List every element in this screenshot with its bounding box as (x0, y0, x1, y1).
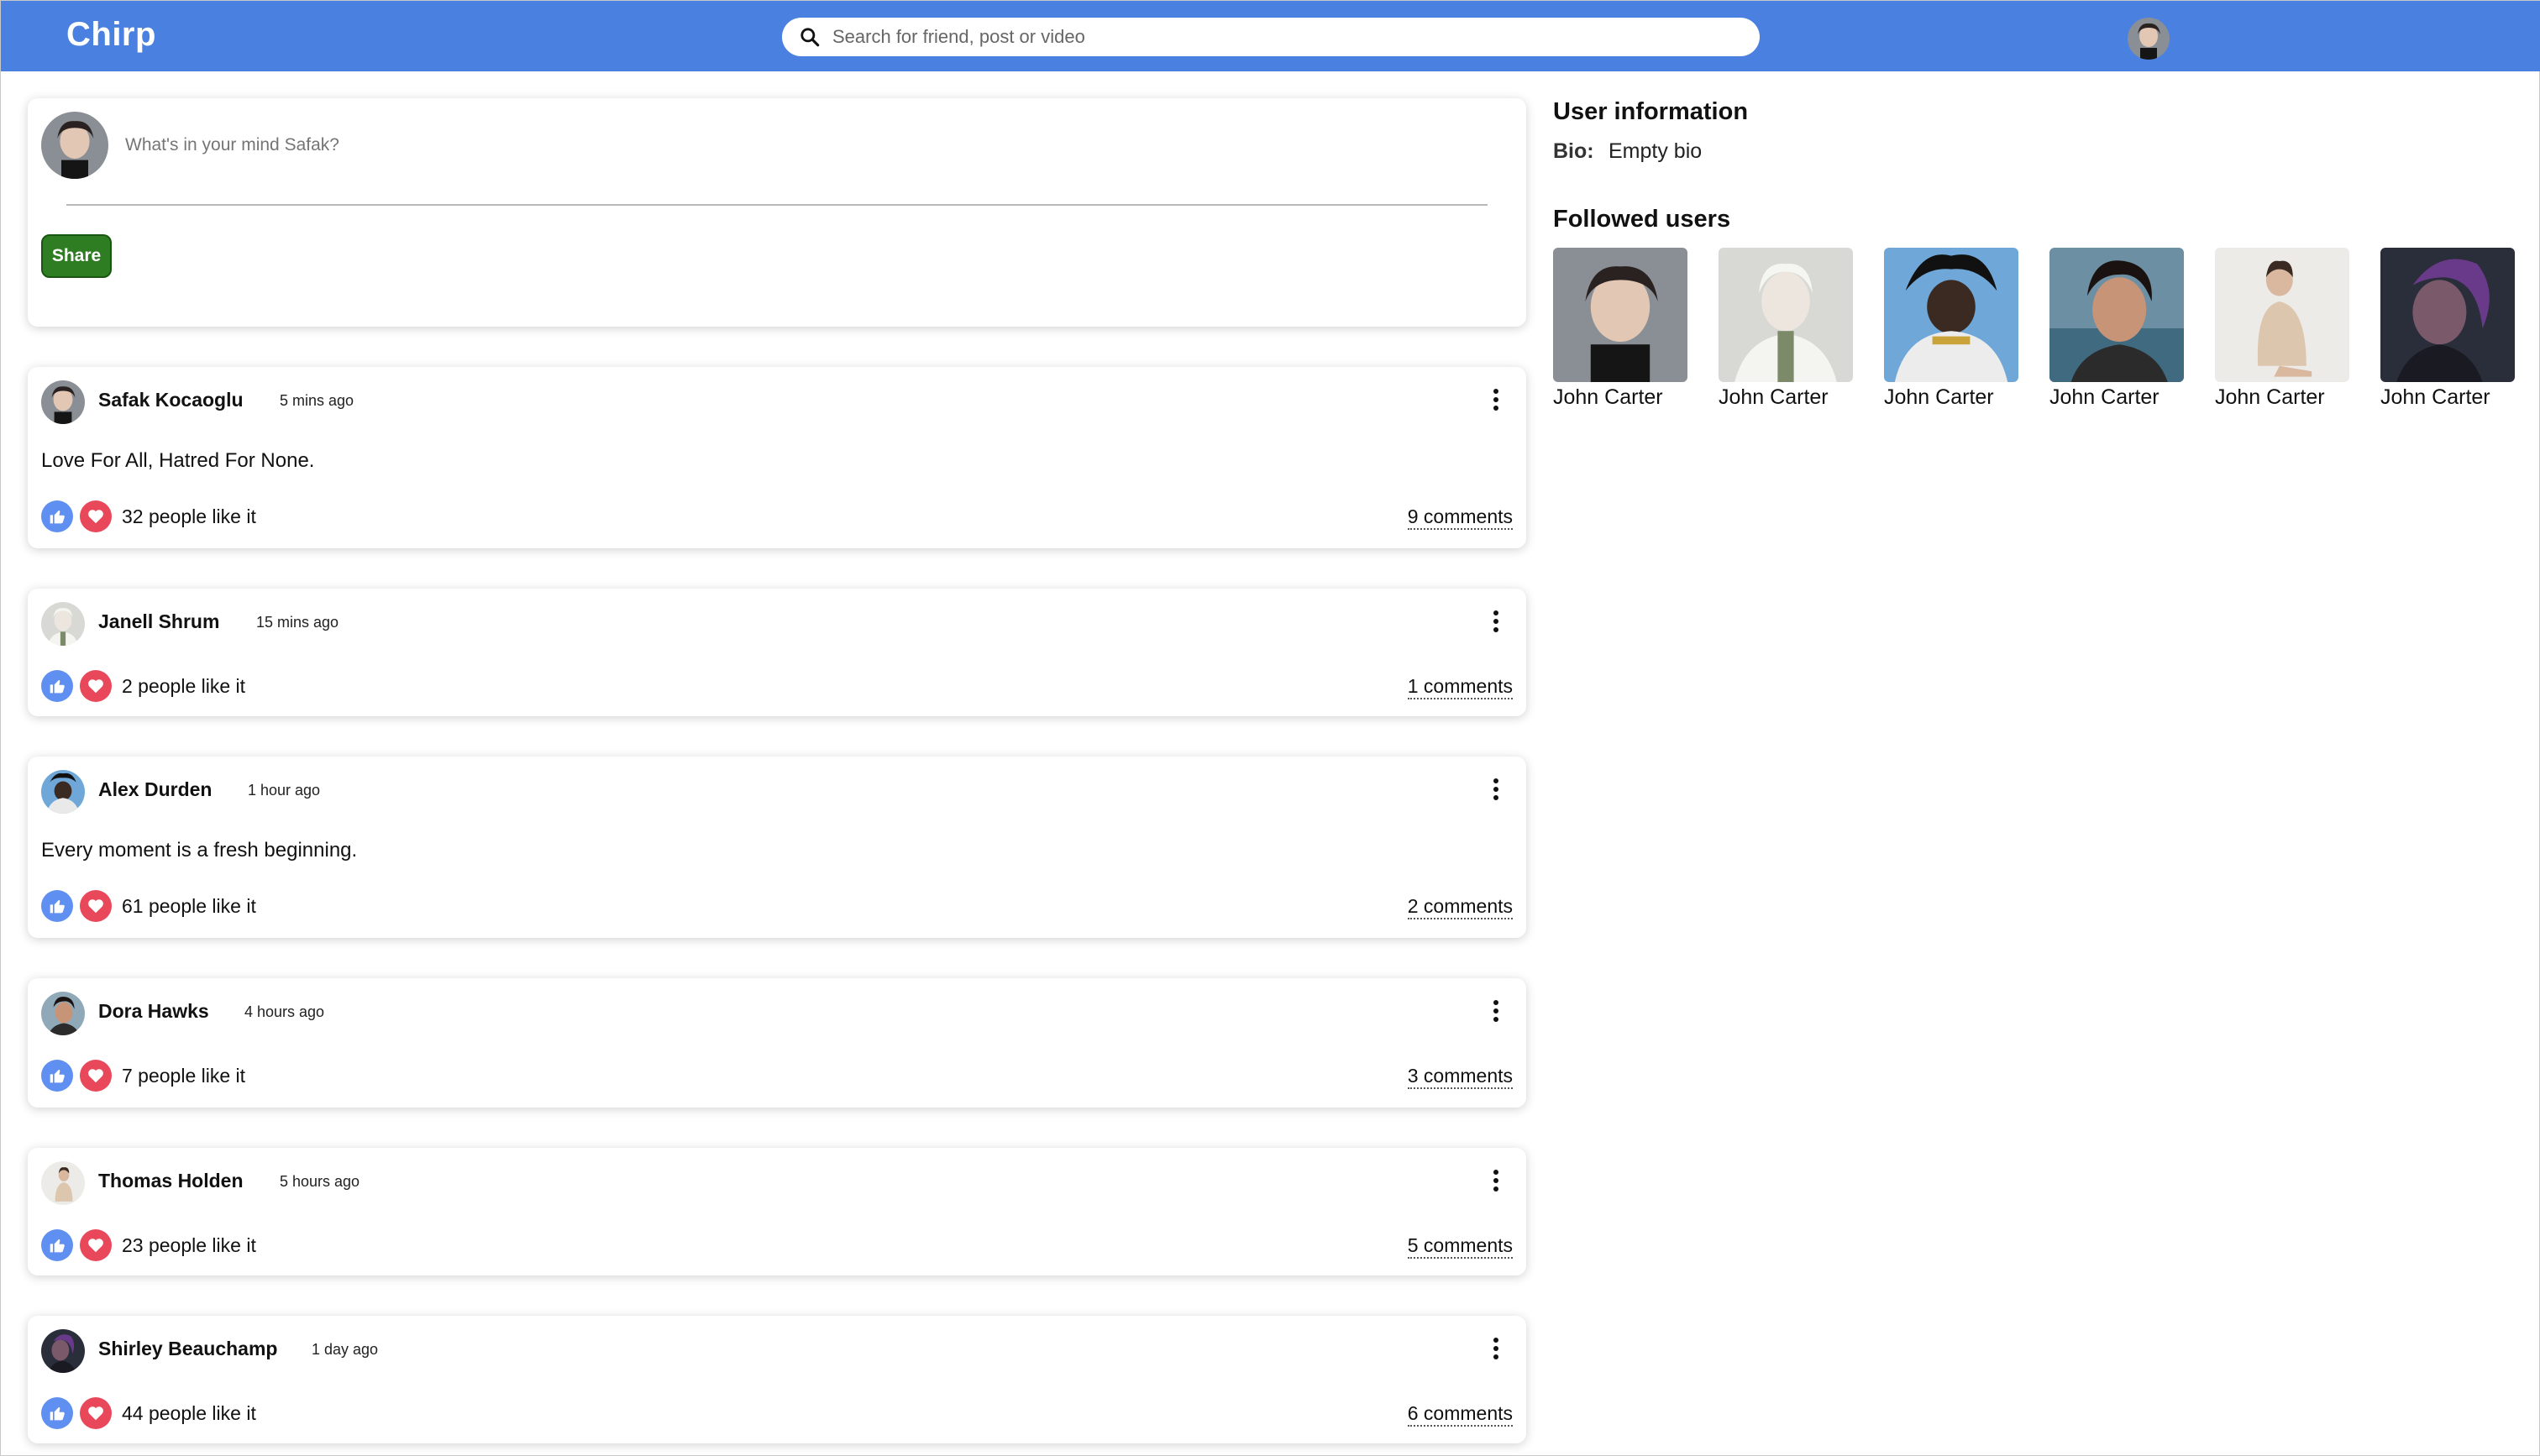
post-card: Dora Hawks 4 hours ago 7 people like it … (28, 978, 1526, 1108)
followed-user[interactable]: John Carter (1719, 248, 1853, 410)
more-vertical-icon[interactable] (1488, 1334, 1504, 1364)
followed-user-photo[interactable] (1553, 248, 1687, 382)
post-time: 1 hour ago (248, 782, 321, 799)
post-time: 15 mins ago (256, 614, 339, 631)
thumbs-up-icon[interactable] (41, 1060, 73, 1092)
followed-user[interactable]: John Carter (1884, 248, 2018, 410)
heart-icon[interactable] (80, 1229, 112, 1261)
comments-link[interactable]: 1 comments (1407, 674, 1513, 699)
profile-avatar[interactable] (2128, 18, 2170, 60)
followed-users-title: Followed users (1553, 206, 1731, 233)
search-icon (800, 28, 820, 47)
search-bar[interactable] (782, 18, 1760, 56)
search-input[interactable] (831, 25, 1724, 49)
followed-user-photo[interactable] (2215, 248, 2349, 382)
author-avatar[interactable] (41, 1161, 85, 1205)
more-vertical-icon[interactable] (1488, 775, 1504, 805)
post-time: 4 hours ago (244, 1003, 325, 1020)
author-avatar[interactable] (41, 380, 85, 424)
post-time: 5 mins ago (280, 392, 354, 409)
more-vertical-icon[interactable] (1488, 1166, 1504, 1197)
comments-link[interactable]: 3 comments (1407, 1064, 1513, 1089)
followed-user-name[interactable]: John Carter (2380, 385, 2515, 410)
heart-icon[interactable] (80, 1397, 112, 1429)
like-count: 7 people like it (122, 1064, 246, 1087)
reactions: 23 people like it (41, 1228, 256, 1262)
reactions: 44 people like it (41, 1396, 256, 1430)
heart-icon[interactable] (80, 890, 112, 922)
followed-user[interactable]: John Carter (1553, 248, 1687, 410)
like-count: 44 people like it (122, 1401, 256, 1424)
post-card: Shirley Beauchamp 1 day ago 44 people li… (28, 1316, 1526, 1443)
like-count: 23 people like it (122, 1233, 256, 1256)
heart-icon[interactable] (80, 500, 112, 532)
post-card: Thomas Holden 5 hours ago 23 people like… (28, 1148, 1526, 1275)
followed-user-photo[interactable] (2049, 248, 2184, 382)
thumbs-up-icon[interactable] (41, 1397, 73, 1429)
app-logo[interactable]: Chirp (66, 16, 156, 54)
heart-icon[interactable] (80, 1060, 112, 1092)
thumbs-up-icon[interactable] (41, 670, 73, 702)
reactions: 32 people like it (41, 500, 256, 533)
author-avatar[interactable] (41, 992, 85, 1035)
composer-divider (66, 204, 1488, 206)
bio-label: Bio: (1553, 139, 1594, 163)
more-vertical-icon[interactable] (1488, 385, 1504, 416)
post-time: 5 hours ago (280, 1173, 360, 1190)
followed-user-name[interactable]: John Carter (2049, 385, 2184, 410)
like-count: 61 people like it (122, 894, 256, 917)
followed-user[interactable]: John Carter (2380, 248, 2515, 410)
author-name[interactable]: Safak Kocaoglu (98, 389, 244, 411)
comments-link[interactable]: 5 comments (1407, 1233, 1513, 1259)
author-name[interactable]: Shirley Beauchamp (98, 1338, 277, 1360)
reactions: 61 people like it (41, 889, 256, 923)
followed-user-name[interactable]: John Carter (2215, 385, 2349, 410)
followed-user-photo[interactable] (1719, 248, 1853, 382)
top-bar: Chirp (1, 1, 2540, 71)
share-button[interactable]: Share (41, 234, 112, 278)
author-name[interactable]: Dora Hawks (98, 1000, 209, 1023)
author-avatar[interactable] (41, 602, 85, 646)
followed-user-photo[interactable] (2380, 248, 2515, 382)
user-info-title: User information (1553, 98, 1749, 125)
author-avatar[interactable] (41, 1329, 85, 1373)
post-card: Safak Kocaoglu 5 mins ago Love For All, … (28, 367, 1526, 548)
post-text: Every moment is a fresh beginning. (41, 839, 358, 862)
post-card: Alex Durden 1 hour ago Every moment is a… (28, 757, 1526, 938)
followed-user-name[interactable]: John Carter (1884, 385, 2018, 410)
post-text: Love For All, Hatred For None. (41, 449, 315, 472)
post-time: 1 day ago (312, 1341, 379, 1358)
thumbs-up-icon[interactable] (41, 1229, 73, 1261)
author-name[interactable]: Alex Durden (98, 778, 212, 801)
comments-link[interactable]: 2 comments (1407, 894, 1513, 919)
comments-link[interactable]: 6 comments (1407, 1401, 1513, 1427)
author-name[interactable]: Janell Shrum (98, 610, 219, 633)
like-count: 32 people like it (122, 505, 256, 527)
more-vertical-icon[interactable] (1488, 997, 1504, 1027)
thumbs-up-icon[interactable] (41, 890, 73, 922)
followed-user[interactable]: John Carter (2215, 248, 2349, 410)
bio-value: Empty bio (1608, 139, 1703, 163)
post-composer: Share (28, 98, 1526, 327)
composer-input[interactable] (125, 135, 1469, 155)
followed-user-photo[interactable] (1884, 248, 2018, 382)
post-card: Janell Shrum 15 mins ago 2 people like i… (28, 589, 1526, 716)
heart-icon[interactable] (80, 670, 112, 702)
followed-user[interactable]: John Carter (2049, 248, 2184, 410)
author-avatar[interactable] (41, 770, 85, 814)
more-vertical-icon[interactable] (1488, 607, 1504, 637)
followed-user-name[interactable]: John Carter (1553, 385, 1687, 410)
followed-user-name[interactable]: John Carter (1719, 385, 1853, 410)
comments-link[interactable]: 9 comments (1407, 505, 1513, 530)
reactions: 2 people like it (41, 669, 245, 703)
reactions: 7 people like it (41, 1059, 245, 1092)
thumbs-up-icon[interactable] (41, 500, 73, 532)
composer-avatar (41, 112, 108, 179)
like-count: 2 people like it (122, 674, 246, 697)
author-name[interactable]: Thomas Holden (98, 1170, 244, 1192)
